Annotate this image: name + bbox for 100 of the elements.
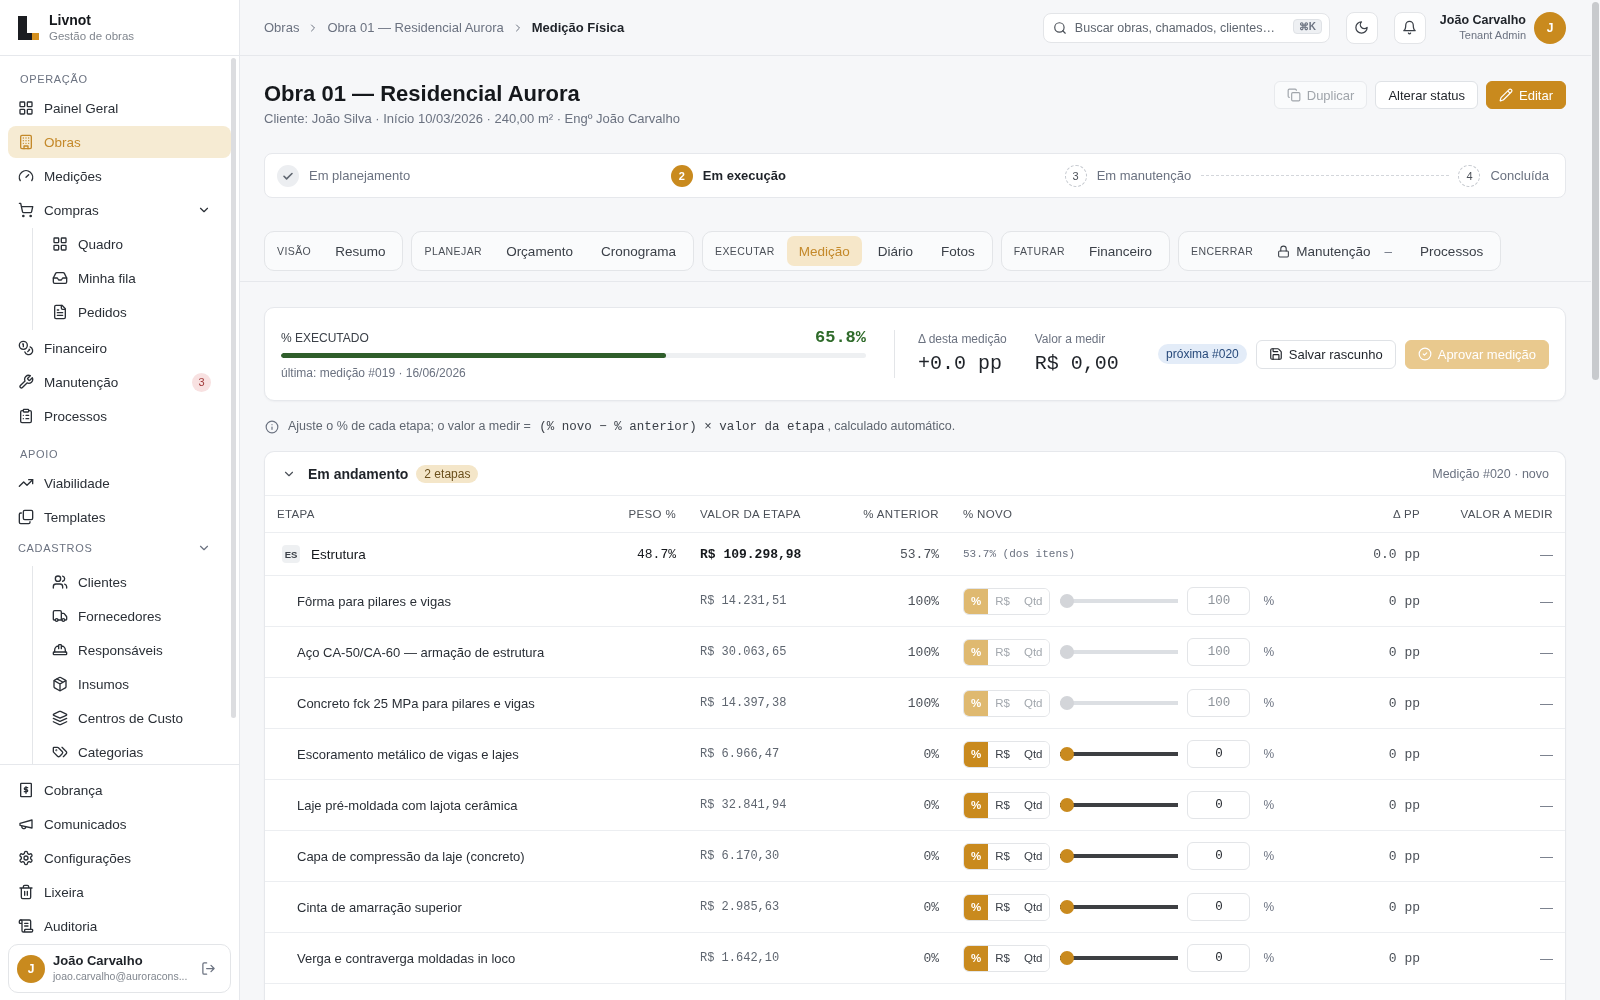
nav-item[interactable]: Fornecedores	[42, 600, 231, 632]
save-draft-button[interactable]: Salvar rascunho	[1255, 339, 1396, 369]
section-toggle[interactable]: CADASTROS	[8, 536, 231, 560]
nav-item[interactable]: Comunicados	[8, 808, 231, 840]
slider-thumb[interactable]	[1060, 849, 1075, 863]
table-cell: 0%	[923, 746, 939, 762]
dollar-document-icon	[18, 782, 34, 798]
item-name: Fôrma para pilares e vigas	[297, 593, 451, 609]
user-name: João Carvalho	[53, 953, 143, 969]
item-name: Escoramento metálico de vigas e lajes	[297, 746, 519, 762]
group-label: VISÃO	[277, 245, 312, 257]
layers-icon	[52, 710, 68, 726]
unit-label: %	[1263, 645, 1275, 659]
nav-item[interactable]: Centros de Custo	[42, 702, 231, 734]
nav-item[interactable]: Clientes	[42, 566, 231, 598]
nav-item[interactable]: Insumos	[42, 668, 231, 700]
table-cell: R$ 109.298,98	[700, 546, 802, 562]
item-name: Concreto fck 25 MPa para pilares e vigas	[297, 695, 535, 711]
nav-item[interactable]: Minha fila	[42, 262, 231, 294]
tab[interactable]: Diário	[865, 236, 925, 266]
user-card[interactable]: J João Carvalho joao.carvalho@auroracons...	[8, 944, 231, 993]
nav-item[interactable]: Configurações	[8, 842, 231, 874]
table-cell: R$ 30.063,65	[700, 645, 787, 659]
percent-input[interactable]: 0	[1187, 740, 1251, 768]
nav-item[interactable]: Auditoria	[8, 910, 231, 942]
page-title: Obra 01 — Residencial Aurora	[264, 80, 580, 108]
item-name: Capa de compressão da laje (concreto)	[297, 848, 525, 864]
percent-input[interactable]: 0	[1187, 944, 1251, 972]
tab[interactable]: Manutenção –	[1265, 236, 1405, 266]
tab[interactable]: Processos	[1408, 236, 1496, 266]
nav-item[interactable]: Pedidos	[42, 296, 231, 328]
breadcrumb-link[interactable]: Obra 01 — Residencial Aurora	[327, 20, 504, 35]
cart-icon	[18, 202, 34, 218]
brand-tagline: Gestão de obras	[49, 28, 135, 44]
table-cell: 100%	[907, 593, 939, 609]
tab[interactable]: Fotos	[929, 236, 987, 266]
nav-item[interactable]: Quadro	[42, 228, 231, 260]
slider-thumb[interactable]	[1060, 798, 1075, 812]
nav-item[interactable]: Financeiro	[8, 332, 231, 364]
table-cell: 48.7%	[637, 546, 676, 562]
item-name: Cinta de amarração superior	[297, 899, 462, 915]
user-name: João Carvalho	[1439, 13, 1526, 28]
tab[interactable]: Resumo	[323, 236, 398, 266]
nav-item[interactable]: Templates	[8, 501, 231, 533]
nav-item[interactable]: Manutenção 3	[8, 366, 231, 398]
slider-thumb[interactable]	[1060, 747, 1075, 761]
table-cell: —	[1540, 899, 1553, 915]
nav-item[interactable]: Responsáveis	[42, 634, 231, 666]
nav-item[interactable]: Processos	[8, 400, 231, 432]
column-header: % NOVO	[963, 508, 1013, 520]
table-cell: R$ 1.642,10	[700, 951, 780, 965]
table-cell: 0%	[923, 848, 939, 864]
percent-input[interactable]: 0	[1187, 893, 1251, 921]
group-label: ENCERRAR	[1191, 245, 1254, 257]
nav-item[interactable]: Painel Geral	[8, 92, 231, 124]
table-cell: 0 pp	[1388, 593, 1420, 609]
table-cell: 0 pp	[1388, 695, 1420, 711]
nav-item[interactable]: Compras	[8, 194, 231, 226]
nav-item[interactable]: Lixeira	[8, 876, 231, 908]
save-icon	[1268, 347, 1283, 361]
tab[interactable]: Cronograma	[588, 236, 688, 266]
percent-input[interactable]: 0	[1187, 791, 1251, 819]
scrollbar-thumb[interactable]	[1592, 2, 1599, 380]
table-cell: —	[1540, 797, 1553, 813]
theme-toggle-button[interactable]	[1345, 11, 1378, 44]
inbox-icon	[52, 270, 68, 286]
item-name: Laje pré-moldada com lajota cerâmica	[297, 797, 518, 813]
table-cell: 0 pp	[1388, 899, 1420, 915]
tags-icon	[52, 744, 68, 760]
table-cell: R$ 32.841,94	[700, 798, 787, 812]
stat-value: R$ 0,00	[1034, 352, 1119, 376]
clipboard-icon	[18, 408, 34, 424]
table-cell: R$ 2.985,63	[700, 900, 780, 914]
column-header: ETAPA	[277, 508, 315, 520]
stat-value: +0.0 pp	[918, 352, 1002, 376]
slider-thumb[interactable]	[1060, 951, 1075, 965]
nav-item[interactable]: Cobrança	[8, 774, 231, 806]
pencil-icon	[1499, 88, 1514, 102]
stage-name: Estrutura	[311, 546, 366, 562]
user-email: joao.carvalho@auroracons...	[53, 969, 188, 984]
nav-item[interactable]: Medições	[8, 160, 231, 192]
percent-input[interactable]: 0	[1187, 842, 1251, 870]
nav-item[interactable]: Categorias	[42, 736, 231, 764]
group-label: FATURAR	[1013, 245, 1065, 257]
table-cell: R$ 14.397,38	[700, 696, 787, 710]
scrollbar-thumb[interactable]	[231, 58, 236, 718]
tab[interactable]: Orçamento	[494, 236, 585, 266]
notifications-button[interactable]	[1393, 11, 1426, 44]
brand-name: Livnot	[49, 11, 91, 29]
wrench-icon	[18, 374, 34, 390]
nav-item[interactable]: Viabilidade	[8, 467, 231, 499]
breadcrumb-link[interactable]: Obras	[264, 20, 300, 35]
unit-label: %	[1263, 594, 1275, 608]
change-status-button[interactable]: Alterar status	[1375, 81, 1479, 109]
logout-icon[interactable]	[201, 961, 216, 976]
slider-thumb[interactable]	[1060, 900, 1075, 914]
building-icon	[18, 134, 34, 150]
tab[interactable]: Financeiro	[1076, 236, 1164, 266]
table-cell: —	[1540, 848, 1553, 864]
count-badge: 2 etapas	[416, 464, 479, 483]
